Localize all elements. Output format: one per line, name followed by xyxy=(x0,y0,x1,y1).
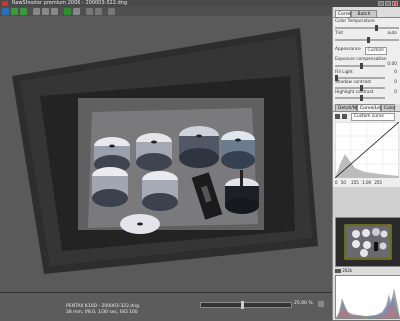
info-icon[interactable] xyxy=(86,8,93,15)
tab-curve-levels[interactable]: Curve/Levels xyxy=(357,104,389,111)
window-title: RawShooter premium 2006 - 200003-322.dng xyxy=(12,0,127,6)
photo-view xyxy=(0,16,332,292)
appearance-label: Appearance xyxy=(335,47,361,52)
color-temperature-row: Color Temperature xyxy=(335,18,399,26)
select-green-icon[interactable] xyxy=(64,8,71,15)
maximize-button[interactable] xyxy=(385,1,391,6)
exif-info: 28 mm, f/8.0, 1/30 sec, ISO 100 xyxy=(66,310,138,315)
level-value-1: 50 xyxy=(340,180,346,185)
level-value-4: 255 xyxy=(374,180,382,185)
prefs-icon[interactable] xyxy=(95,8,102,15)
tab-detail-noise[interactable]: Detail/Noise xyxy=(335,104,365,111)
highlight-contrast-label: Highlight contrast xyxy=(335,90,374,95)
fill-light-value: 0 xyxy=(394,70,397,75)
right-panel: Correct Batch convert Color Temperature … xyxy=(332,7,400,320)
app-icon xyxy=(2,1,8,6)
color-temperature-slider[interactable] xyxy=(335,25,399,31)
highlight-contrast-row: Highlight contrast 0 xyxy=(335,89,399,97)
picker-icon[interactable] xyxy=(342,114,347,119)
minimize-button[interactable] xyxy=(378,1,384,6)
help-icon[interactable] xyxy=(108,8,115,15)
exposure-value-row: 0.00 xyxy=(335,61,399,69)
histogram xyxy=(335,275,400,319)
curve-mode-select[interactable]: Custom curve xyxy=(351,113,395,121)
shadow-contrast-value: 0 xyxy=(394,80,397,85)
tab-color[interactable]: Color xyxy=(381,104,396,111)
zoom-slider[interactable] xyxy=(200,301,292,309)
curve-section: Custom curve 0 50 255 1.00 255 xyxy=(333,111,400,188)
filmstrip-icon[interactable] xyxy=(42,8,49,15)
exposure-value: 0.00 xyxy=(387,62,397,67)
highlight-contrast-slider[interactable] xyxy=(335,95,385,101)
tab-batch-convert[interactable]: Batch convert xyxy=(351,10,377,24)
highlight-contrast-value: 0 xyxy=(394,90,397,95)
title-bar: RawShooter premium 2006 - 200003-322.dng… xyxy=(0,0,400,7)
panel-spacer xyxy=(333,187,400,217)
zoom-value: 25.00 % xyxy=(294,301,313,306)
zoom-label: 262k xyxy=(342,268,353,273)
curve-graph[interactable] xyxy=(335,122,399,178)
tint-auto-label: auto xyxy=(387,31,397,36)
histogram-graph xyxy=(336,288,400,318)
zoom-row: 262k xyxy=(335,268,399,274)
fill-light-row: Fill Light 0 xyxy=(335,69,399,77)
navigator-image xyxy=(336,218,400,266)
color-temperature-label: Color Temperature xyxy=(335,19,375,24)
fit-icon[interactable] xyxy=(318,301,324,307)
tab-correct[interactable]: Correct xyxy=(335,10,354,17)
curve-tool-icon[interactable] xyxy=(335,114,340,119)
image-canvas[interactable] xyxy=(0,16,332,292)
compare-icon[interactable] xyxy=(73,8,80,15)
rotate-right-icon[interactable] xyxy=(20,8,27,15)
file-info: PENTAX K10D - 200003-322.dng xyxy=(66,304,139,309)
levels-values: 0 50 255 1.00 255 xyxy=(335,180,399,185)
close-button[interactable]: × xyxy=(392,1,398,6)
single-view-icon[interactable] xyxy=(51,8,58,15)
appearance-select[interactable]: Custom xyxy=(364,47,387,55)
status-bar: PENTAX K10D - 200003-322.dng 28 mm, f/8.… xyxy=(0,292,332,321)
rotate-left-icon[interactable] xyxy=(11,8,18,15)
tint-slider[interactable] xyxy=(335,37,399,43)
shadow-contrast-label: Shadow contrast xyxy=(335,80,372,85)
open-folder-icon[interactable] xyxy=(2,8,9,15)
level-value-0: 0 xyxy=(335,180,338,185)
zoom-icon[interactable] xyxy=(335,269,341,273)
level-value-2: 255 xyxy=(351,180,359,185)
shadow-contrast-row: Shadow contrast 0 xyxy=(335,79,399,87)
level-value-3: 1.00 xyxy=(362,180,372,185)
grid-view-icon[interactable] xyxy=(33,8,40,15)
appearance-row: Appearance Custom xyxy=(335,46,399,55)
navigator-thumbnail[interactable] xyxy=(335,217,400,267)
tint-label: Tint xyxy=(335,31,344,36)
